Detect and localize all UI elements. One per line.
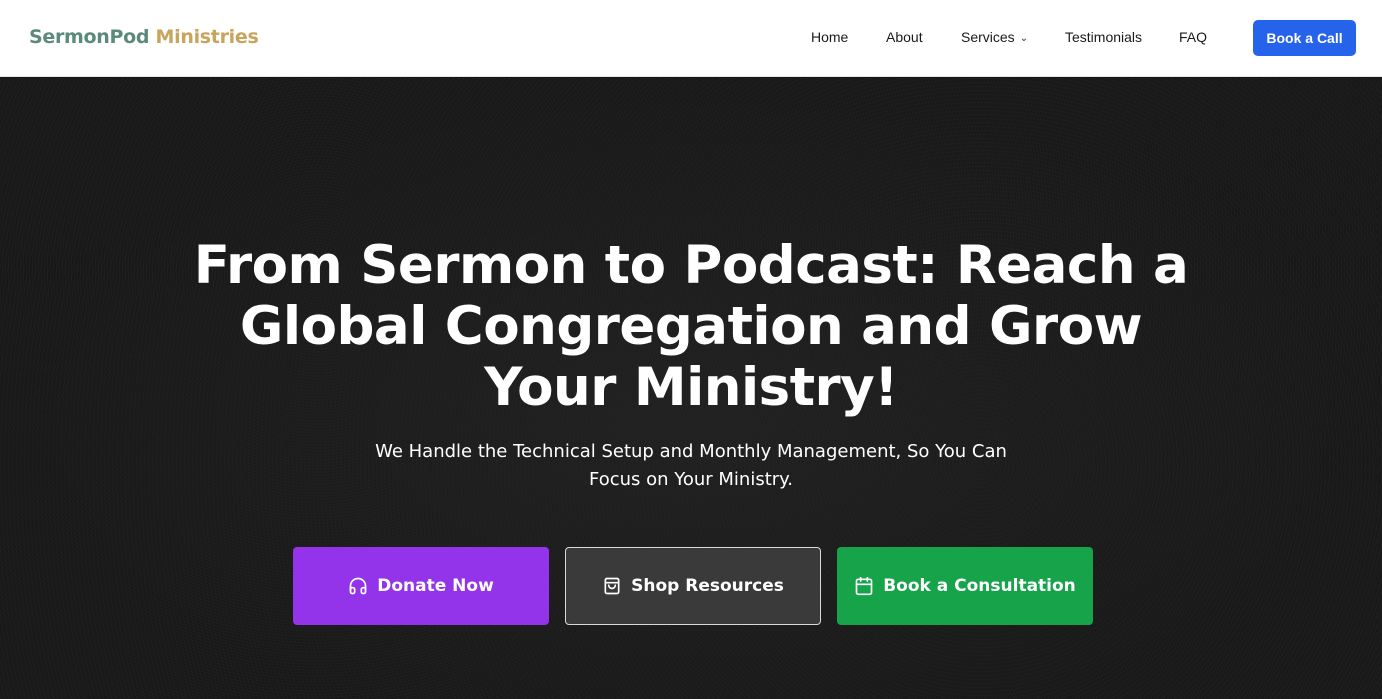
- main-nav: Home About Services ⌄ Testimonials FAQ: [0, 0, 1382, 77]
- nav-testimonials-link[interactable]: Testimonials: [1065, 29, 1142, 45]
- calendar-icon: [855, 576, 873, 596]
- donate-now-button[interactable]: Donate Now: [293, 547, 549, 625]
- nav-services-label: Services: [961, 29, 1015, 45]
- hero-section: From Sermon to Podcast: Reach a Global C…: [0, 78, 1382, 699]
- donate-now-label: Donate Now: [377, 576, 494, 596]
- site-header: SermonPod Ministries Home About Services…: [0, 0, 1382, 77]
- nav-about-link[interactable]: About: [886, 29, 923, 45]
- shop-resources-label: Shop Resources: [631, 576, 784, 596]
- shopping-bag-icon: [604, 577, 620, 595]
- nav-faq-link[interactable]: FAQ: [1179, 29, 1207, 45]
- hero-subtitle: We Handle the Technical Setup and Monthl…: [341, 438, 1041, 494]
- nav-home-link[interactable]: Home: [811, 29, 848, 45]
- nav-services-dropdown[interactable]: Services ⌄: [961, 29, 1028, 45]
- hero-subtitle-line-2: Focus on Your Ministry.: [588, 469, 793, 490]
- hero-subtitle-line-1: We Handle the Technical Setup and Monthl…: [375, 441, 1007, 462]
- book-a-consultation-button[interactable]: Book a Consultation: [837, 547, 1093, 625]
- book-a-consultation-label: Book a Consultation: [883, 576, 1076, 596]
- chevron-down-icon: ⌄: [1019, 33, 1029, 44]
- shop-resources-button[interactable]: Shop Resources: [565, 547, 821, 625]
- book-a-call-button[interactable]: Book a Call: [1253, 20, 1356, 56]
- hero-title: From Sermon to Podcast: Reach a Global C…: [193, 235, 1189, 418]
- headphones-icon: [349, 577, 367, 595]
